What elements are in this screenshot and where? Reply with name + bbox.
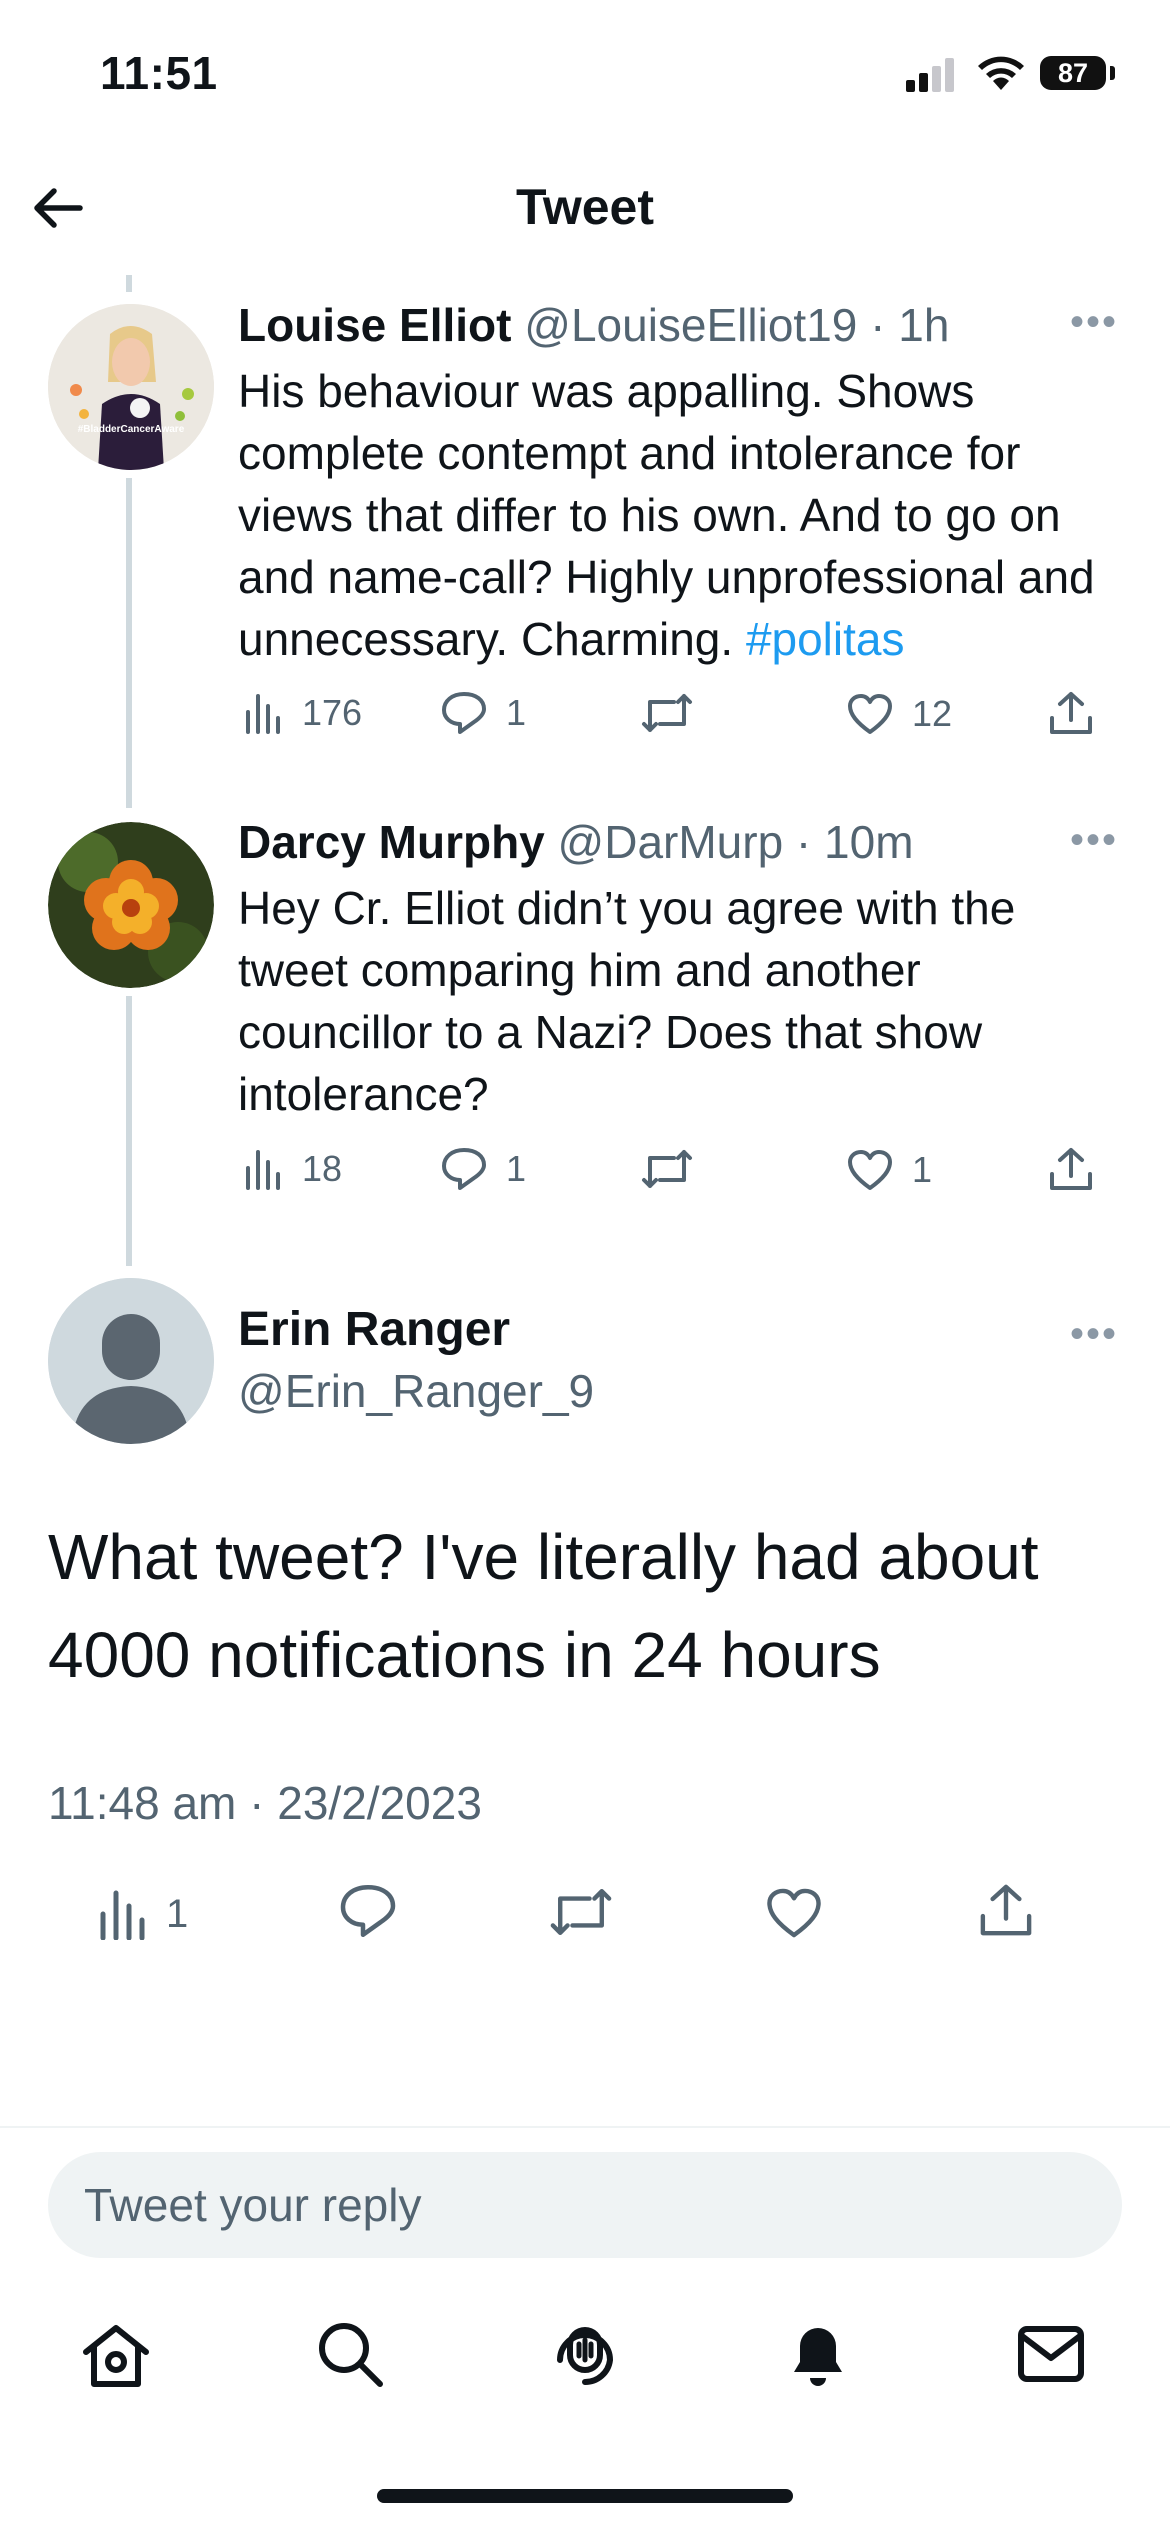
page-title: Tweet xyxy=(516,179,654,235)
separator-dot: · xyxy=(783,816,825,868)
avatar[interactable] xyxy=(48,1278,214,1444)
views-count: 1 xyxy=(166,1891,189,1936)
share-button[interactable] xyxy=(978,1882,1034,1938)
like-button[interactable]: 1 xyxy=(846,1148,932,1192)
views-button[interactable]: 18 xyxy=(244,1148,342,1190)
reply-icon xyxy=(442,692,486,734)
retweet-icon xyxy=(550,1889,612,1935)
timestamp[interactable]: 1h xyxy=(898,299,949,351)
composer-divider xyxy=(0,2126,1170,2128)
reply-icon xyxy=(442,1148,486,1190)
reply-icon xyxy=(340,1885,396,1937)
thread-line xyxy=(126,478,132,808)
share-button[interactable] xyxy=(1048,690,1094,736)
reply-count: 1 xyxy=(506,1148,527,1189)
avatar-overlay-text: #BladderCancerAware xyxy=(77,424,185,435)
status-time: 11:51 xyxy=(100,47,218,99)
reply-placeholder: Tweet your reply xyxy=(84,2179,422,2231)
views-icon xyxy=(100,1890,145,1940)
tweet-timestamp: 11:48 am · 23/2/2023 xyxy=(48,1777,482,1829)
views-icon xyxy=(246,694,280,734)
share-button[interactable] xyxy=(1048,1146,1094,1192)
tab-spaces[interactable] xyxy=(548,2316,622,2395)
profile-photo xyxy=(48,304,214,470)
like-count: 12 xyxy=(912,693,953,734)
views-button[interactable]: 176 xyxy=(244,692,362,734)
search-icon xyxy=(319,2323,383,2387)
display-name[interactable]: Erin Ranger xyxy=(238,1302,510,1357)
tab-messages[interactable] xyxy=(1016,2324,1086,2389)
tab-search[interactable] xyxy=(314,2318,386,2395)
views-count: 18 xyxy=(302,1148,343,1189)
tab-home[interactable] xyxy=(80,2322,152,2395)
more-options-button[interactable]: ••• xyxy=(1070,818,1118,863)
default-profile-icon xyxy=(48,1278,214,1444)
profile-photo xyxy=(48,822,214,988)
cellular-signal-icon xyxy=(906,58,954,92)
avatar[interactable]: #BladderCancerAware xyxy=(48,304,214,470)
retweet-button[interactable] xyxy=(548,1886,614,1938)
retweet-button[interactable] xyxy=(640,692,694,734)
heart-icon xyxy=(848,694,892,734)
main-tweet-text: What tweet? I've literally had about 400… xyxy=(48,1521,1039,1691)
share-icon xyxy=(1050,1148,1092,1190)
retweet-icon xyxy=(642,694,692,732)
like-button[interactable] xyxy=(764,1886,824,1940)
display-name[interactable]: Louise Elliot xyxy=(238,299,511,351)
home-icon xyxy=(83,2325,149,2387)
handle[interactable]: @DarMurp xyxy=(558,816,784,868)
views-icon xyxy=(246,1150,280,1190)
like-button[interactable]: 12 xyxy=(846,692,952,736)
timestamp[interactable]: 10m xyxy=(824,816,913,868)
reply-count: 1 xyxy=(506,692,527,733)
more-options-button[interactable]: ••• xyxy=(1070,300,1118,345)
handle[interactable]: @LouiseElliot19 xyxy=(524,299,857,351)
share-icon xyxy=(1050,692,1092,734)
separator-dot: · xyxy=(857,299,899,351)
thread-line xyxy=(126,275,132,292)
wifi-icon xyxy=(978,56,1024,90)
reply-button[interactable]: 1 xyxy=(440,1146,526,1192)
heart-icon xyxy=(767,1888,821,1938)
thread-line xyxy=(126,996,132,1266)
messages-icon xyxy=(1018,2326,1084,2382)
hashtag-link[interactable]: #politas xyxy=(746,613,905,665)
views-count: 176 xyxy=(302,692,363,733)
tweet-body: His behaviour was appalling. Shows compl… xyxy=(238,365,1095,665)
like-count: 1 xyxy=(912,1149,933,1190)
retweet-button[interactable] xyxy=(640,1148,694,1190)
tweet-text: His behaviour was appalling. Shows compl… xyxy=(238,360,1128,670)
spaces-icon xyxy=(557,2327,614,2386)
avatar[interactable] xyxy=(48,822,214,988)
notifications-icon xyxy=(794,2328,842,2386)
home-indicator[interactable] xyxy=(377,2489,793,2503)
heart-icon xyxy=(848,1150,892,1190)
handle[interactable]: @Erin_Ranger_9 xyxy=(238,1364,594,1418)
reply-button[interactable]: 1 xyxy=(440,690,526,736)
battery-nub xyxy=(1110,66,1115,80)
share-icon xyxy=(980,1884,1032,1936)
tab-notifications[interactable] xyxy=(784,2318,852,2395)
battery-indicator: 87 xyxy=(1040,56,1106,90)
display-name[interactable]: Darcy Murphy xyxy=(238,816,545,868)
more-options-button[interactable]: ••• xyxy=(1070,1312,1118,1357)
reply-button[interactable] xyxy=(338,1882,398,1940)
tweet-text: Hey Cr. Elliot didn’t you agree with the… xyxy=(238,882,1016,1120)
views-button[interactable]: 1 xyxy=(98,1888,188,1940)
tweet-header: Louise Elliot @LouiseElliot19 · 1h xyxy=(238,298,949,352)
retweet-icon xyxy=(642,1150,692,1188)
tweet-header: Darcy Murphy @DarMurp · 10m xyxy=(238,815,914,869)
